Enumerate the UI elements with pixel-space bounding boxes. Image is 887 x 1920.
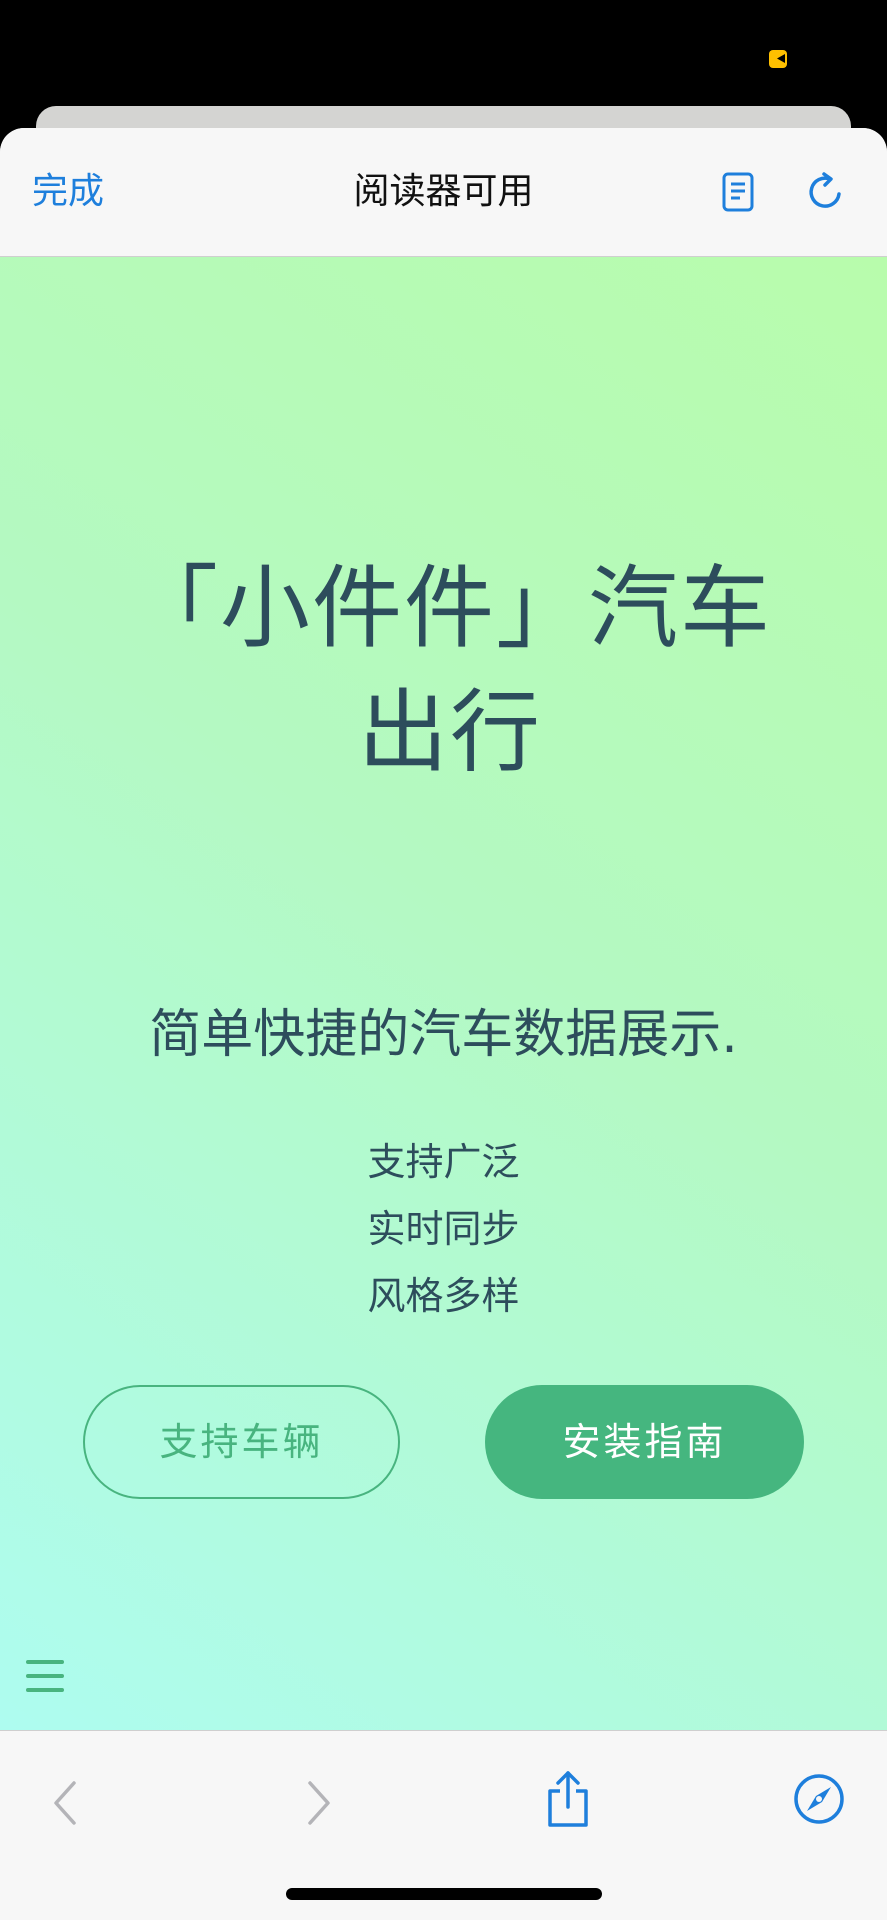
install-guide-button[interactable]: 安装指南 bbox=[485, 1385, 804, 1499]
compass-icon[interactable] bbox=[793, 1773, 845, 1829]
chevron-left-icon[interactable] bbox=[50, 1779, 80, 1831]
feature-list: 支持广泛 实时同步 风格多样 bbox=[0, 1129, 887, 1330]
chevron-right-icon[interactable] bbox=[304, 1779, 334, 1831]
feature-item: 风格多样 bbox=[367, 1274, 520, 1318]
home-indicator[interactable] bbox=[286, 1888, 602, 1900]
hero-headline: 「小件件」汽车出行 bbox=[128, 556, 772, 785]
hamburger-menu-icon[interactable] bbox=[26, 1660, 64, 1694]
top-toolbar: 完成 阅读器可用 bbox=[0, 128, 887, 257]
feature-item: 支持广泛 bbox=[367, 1140, 520, 1184]
feature-item: 实时同步 bbox=[367, 1207, 520, 1251]
hero-subtitle: 简单快捷的汽车数据展示. bbox=[149, 1005, 738, 1065]
status-indicator-icon bbox=[769, 50, 787, 68]
reload-icon[interactable] bbox=[806, 172, 846, 212]
browser-sheet: 完成 阅读器可用 「小件件」汽车出行 简单快捷的汽车数据展示. 支持广泛 实时同… bbox=[0, 128, 887, 1920]
page-content: 「小件件」汽车出行 简单快捷的汽车数据展示. 支持广泛 实时同步 风格多样 支持… bbox=[0, 257, 887, 1730]
supported-vehicles-button[interactable]: 支持车辆 bbox=[83, 1385, 400, 1499]
reader-mode-icon[interactable] bbox=[722, 172, 754, 212]
share-icon[interactable] bbox=[544, 1769, 592, 1833]
status-bar bbox=[0, 0, 887, 110]
